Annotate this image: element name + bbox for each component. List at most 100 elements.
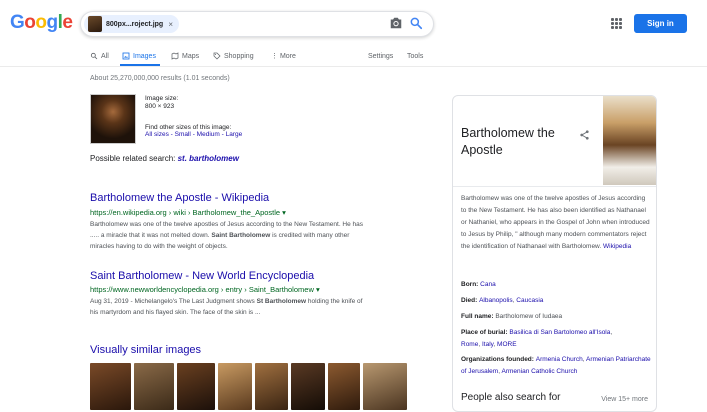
image-icon — [122, 52, 130, 60]
fact-link[interactable]: MORE — [497, 341, 517, 348]
fact-label: Full name: — [461, 313, 496, 320]
logo-letter: o — [35, 12, 47, 33]
fact-label: Born: — [461, 281, 481, 288]
fact-link[interactable]: Basilica di San Bartolomeo all'Isola — [509, 329, 610, 336]
result-title[interactable]: Saint Bartholomew - New World Encycloped… — [90, 270, 314, 282]
result-title[interactable]: Bartholomew the Apostle - Wikipedia — [90, 192, 269, 204]
fact-link[interactable]: Albanopolis — [479, 297, 513, 304]
size-link-medium[interactable]: Medium — [197, 131, 220, 138]
fact-label: Died: — [461, 297, 480, 304]
image-size-value: 800 × 923 — [145, 103, 175, 110]
fact-value: Bartholomew of Iudaea — [495, 313, 563, 320]
logo-letter: G — [10, 12, 25, 33]
visually-similar-heading[interactable]: Visually similar images — [90, 344, 201, 356]
snippet-text: miracles having to do with the weight of… — [90, 243, 228, 250]
kp-fact-died: Died: Albanopolis, Caucasia — [461, 295, 653, 307]
similar-images-strip — [90, 363, 407, 410]
logo-letter: o — [24, 12, 36, 33]
tab-all[interactable]: All — [90, 49, 109, 63]
result-snippet: Aug 31, 2019 - Michelangelo's The Last J… — [90, 296, 420, 318]
fact-label: Organizations founded: — [461, 356, 536, 363]
size-link-large[interactable]: Large — [226, 131, 243, 138]
view-more-link[interactable]: View 15+ more — [601, 396, 648, 403]
image-size-label: Image size: — [145, 95, 179, 102]
tab-images-label: Images — [133, 52, 156, 60]
snippet-text: ..... a miracle that it was not melted d… — [90, 232, 212, 239]
kp-fact-full-name: Full name: Bartholomew of Iudaea — [461, 311, 653, 323]
tab-more[interactable]: ⋮ More — [271, 49, 296, 63]
snippet-text: his martyrdom and his flayed skin. The f… — [90, 309, 261, 316]
similar-image[interactable] — [90, 363, 131, 410]
google-logo[interactable]: Google — [10, 12, 73, 34]
fact-link[interactable]: Caucasia — [516, 297, 543, 304]
similar-image[interactable] — [177, 363, 215, 410]
kp-fact-organizations: Organizations founded: Armenia Church, A… — [461, 356, 651, 375]
kp-divider — [453, 186, 656, 187]
tab-shopping-label: Shopping — [224, 52, 254, 60]
similar-image[interactable] — [255, 363, 288, 410]
header-divider — [0, 66, 707, 67]
snippet-text: Aug 31, 2019 - Michelangelo's The Last J… — [90, 298, 257, 305]
search-box[interactable]: 800px...roject.jpg × — [80, 11, 434, 37]
kp-title: Bartholomew the Apostle — [461, 126, 555, 157]
snippet-text: Bartholomew was one of the twelve apostl… — [90, 221, 364, 228]
similar-image[interactable] — [134, 363, 174, 410]
image-query-filename: 800px...roject.jpg — [106, 20, 164, 28]
kp-description-text: Bartholomew was one of the twelve apostl… — [461, 195, 650, 250]
similar-image[interactable] — [218, 363, 252, 410]
fact-link[interactable]: Cana — [480, 281, 496, 288]
results-count: About 25,270,000,000 results (1.01 secon… — [90, 75, 230, 82]
size-links: All sizes - Small - Medium - Large — [145, 131, 242, 138]
fact-link[interactable]: Armenia Church — [536, 356, 583, 363]
query-thumbnail — [88, 16, 102, 32]
share-icon[interactable] — [579, 129, 590, 141]
fact-link[interactable]: Italy — [482, 341, 493, 348]
tab-maps[interactable]: Maps — [171, 49, 199, 63]
snippet-text: is credited with many other — [270, 232, 350, 239]
result-url[interactable]: https://www.newworldencyclopedia.org › e… — [90, 285, 320, 294]
similar-image[interactable] — [291, 363, 325, 410]
size-link-all[interactable]: All sizes — [145, 131, 169, 138]
fact-link[interactable]: Armenian Catholic Church — [501, 368, 577, 375]
camera-icon[interactable] — [389, 17, 403, 29]
image-query-chip[interactable]: 800px...roject.jpg × — [84, 15, 179, 33]
related-search-label: Possible related search: — [90, 154, 178, 163]
settings-label: Settings — [368, 52, 394, 60]
tag-icon — [213, 52, 221, 60]
fact-link[interactable]: Rome — [461, 341, 478, 348]
kp-wikipedia-link[interactable]: Wikipedia — [603, 243, 631, 250]
people-also-search-heading: People also search for — [461, 392, 561, 403]
size-link-small[interactable]: Small — [175, 131, 191, 138]
tab-maps-label: Maps — [182, 52, 200, 60]
similar-image[interactable] — [328, 363, 360, 410]
kp-portrait-image[interactable] — [603, 96, 656, 185]
snippet-bold: St Bartholomew — [256, 298, 307, 305]
tab-more-label: ⋮ More — [271, 53, 296, 60]
tab-shopping[interactable]: Shopping — [213, 49, 254, 63]
result-snippet: Bartholomew was one of the twelve apostl… — [90, 219, 420, 252]
apps-grid-icon[interactable] — [611, 18, 622, 29]
similar-image[interactable] — [363, 363, 407, 410]
close-icon[interactable]: × — [168, 20, 173, 29]
kp-description: Bartholomew was one of the twelve apostl… — [461, 193, 651, 253]
search-icon[interactable] — [409, 16, 423, 30]
snippet-bold: Saint Bartholomew — [211, 232, 271, 239]
tab-all-label: All — [101, 52, 109, 60]
knowledge-panel: Bartholomew the Apostle Bartholomew was … — [452, 95, 657, 412]
tools-label: Tools — [407, 52, 424, 60]
logo-letter: e — [62, 12, 73, 33]
related-search-link[interactable]: st. bartholomew — [178, 154, 239, 163]
other-sizes-label: Find other sizes of this image: — [145, 124, 232, 131]
related-search: Possible related search: st. bartholomew — [90, 154, 239, 163]
fact-label: Place of burial: — [461, 329, 510, 336]
logo-letter: g — [46, 12, 59, 33]
tools-link[interactable]: Tools — [407, 49, 423, 63]
settings-link[interactable]: Settings — [368, 49, 393, 63]
search-icon — [90, 52, 98, 60]
result-url[interactable]: https://en.wikipedia.org › wiki › Bartho… — [90, 208, 286, 217]
tab-images[interactable]: Images — [122, 49, 156, 63]
kp-fact-born: Born: Cana — [461, 279, 653, 291]
snippet-text: holding the knife of — [306, 298, 363, 305]
query-image[interactable] — [90, 94, 136, 144]
sign-in-button[interactable]: Sign in — [634, 14, 687, 33]
